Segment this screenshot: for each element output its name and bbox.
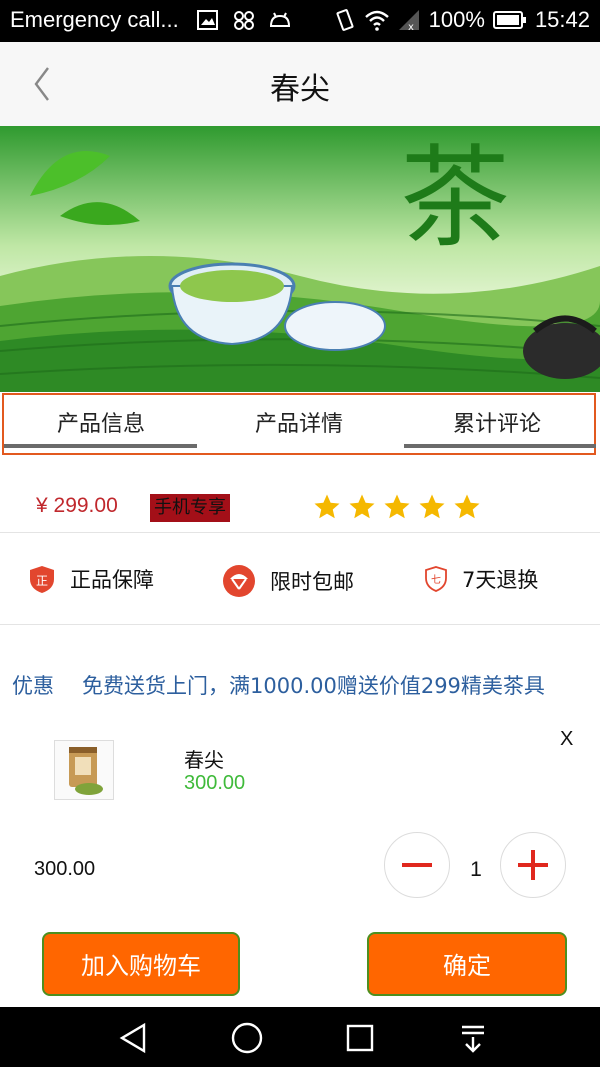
star-icon	[384, 494, 410, 519]
signal-icon: x	[398, 10, 419, 32]
cart-item-price: 300.00	[184, 772, 246, 794]
tea-can-thumbnail	[54, 740, 114, 800]
voicemail-icon	[234, 11, 254, 30]
recents-square-icon[interactable]	[343, 1021, 377, 1055]
image-icon	[197, 10, 218, 30]
status-bar: Emergency call... x 100% 15:42	[0, 0, 600, 42]
guarantee-authentic: 正 正品保障	[28, 564, 154, 594]
svg-text:正: 正	[36, 574, 48, 588]
star-icon	[349, 494, 375, 519]
product-price: ¥ 299.00	[36, 494, 118, 517]
confirm-button[interactable]: 确定	[367, 932, 567, 996]
star-icon	[314, 494, 340, 519]
notification-down-icon[interactable]	[456, 1021, 490, 1055]
status-left-text: Emergency call...	[10, 7, 179, 32]
order-total: 300.00	[34, 858, 96, 880]
cart-item-name: 春尖	[184, 748, 224, 772]
seven-day-return-icon: 七	[425, 566, 447, 592]
price-row: ¥ 299.00 手机专享	[0, 470, 600, 533]
quantity-value: 1	[470, 858, 482, 881]
battery-percent: 100%	[428, 7, 485, 32]
vibrate-icon	[336, 9, 354, 31]
tab-indicator-reviews	[404, 444, 596, 448]
plus-icon	[518, 850, 548, 880]
guarantee-authentic-label: 正品保障	[70, 568, 154, 592]
shipping-parachute-icon	[223, 565, 255, 597]
banner-calligraphy: 茶	[400, 134, 510, 262]
svg-text:七: 七	[431, 574, 441, 586]
star-icon	[419, 494, 445, 519]
tea-plantation-banner: 茶	[0, 126, 600, 392]
tab-product-details[interactable]: 产品详情	[200, 406, 398, 438]
tab-indicator-info	[4, 444, 197, 448]
promo-label: 优惠	[12, 674, 54, 698]
svg-text:x: x	[408, 22, 414, 32]
battery-icon	[492, 11, 526, 29]
close-icon[interactable]: X	[560, 728, 573, 751]
minus-icon	[402, 863, 432, 867]
decrease-quantity-button[interactable]	[384, 832, 450, 898]
home-circle-icon[interactable]	[230, 1021, 264, 1055]
tab-bar: 产品信息 产品详情 累计评论	[0, 392, 600, 458]
tab-product-info[interactable]: 产品信息	[2, 406, 200, 438]
add-to-cart-button[interactable]: 加入购物车	[42, 932, 240, 996]
title-bar: 春尖	[0, 42, 600, 126]
authentic-shield-icon: 正	[30, 566, 54, 593]
page-title: 春尖	[270, 72, 330, 107]
guarantee-return-label: 7天退换	[462, 568, 539, 592]
guarantee-return: 七 7天退换	[424, 564, 538, 594]
tab-reviews[interactable]: 累计评论	[398, 406, 596, 438]
android-icon	[269, 12, 291, 27]
guarantee-shipping-label: 限时包邮	[270, 570, 354, 594]
increase-quantity-button[interactable]	[500, 832, 566, 898]
star-icon	[454, 494, 480, 519]
guarantee-row: 正 正品保障 限时包邮 七 7天退换	[0, 534, 600, 625]
promo-text: 免费送货上门，满1000.00赠送价值299精美茶具	[82, 674, 545, 698]
mobile-exclusive-badge: 手机专享	[150, 494, 230, 522]
guarantee-shipping: 限时包邮	[222, 564, 354, 598]
wifi-icon	[364, 10, 389, 31]
promo-line: 优惠 免费送货上门，满1000.00赠送价值299精美茶具	[12, 670, 545, 700]
back-triangle-icon[interactable]	[116, 1021, 150, 1055]
rating-stars	[312, 492, 482, 522]
clock: 15:42	[534, 7, 590, 32]
system-nav-bar	[0, 1007, 600, 1067]
